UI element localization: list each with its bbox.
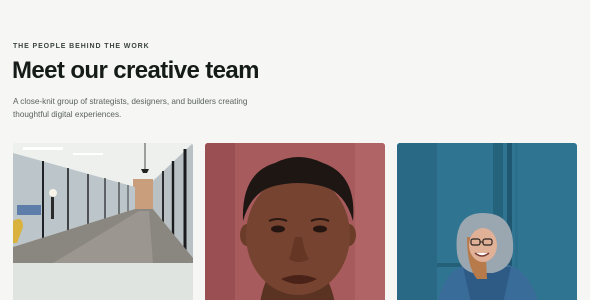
woman-blue-wall-hoodie-photo (397, 143, 577, 300)
team-card-hoodie[interactable] (397, 143, 577, 300)
section-description: A close-knit group of strategists, desig… (13, 97, 248, 119)
portrait-woman-red-wall-photo (205, 143, 385, 300)
office-hallway-photo (13, 143, 193, 300)
team-card-portrait[interactable] (205, 143, 385, 300)
team-card-office[interactable] (13, 143, 193, 300)
page-title: Meet our creative team (12, 57, 260, 84)
section-eyebrow: THE PEOPLE BEHIND THE WORK (13, 43, 150, 50)
